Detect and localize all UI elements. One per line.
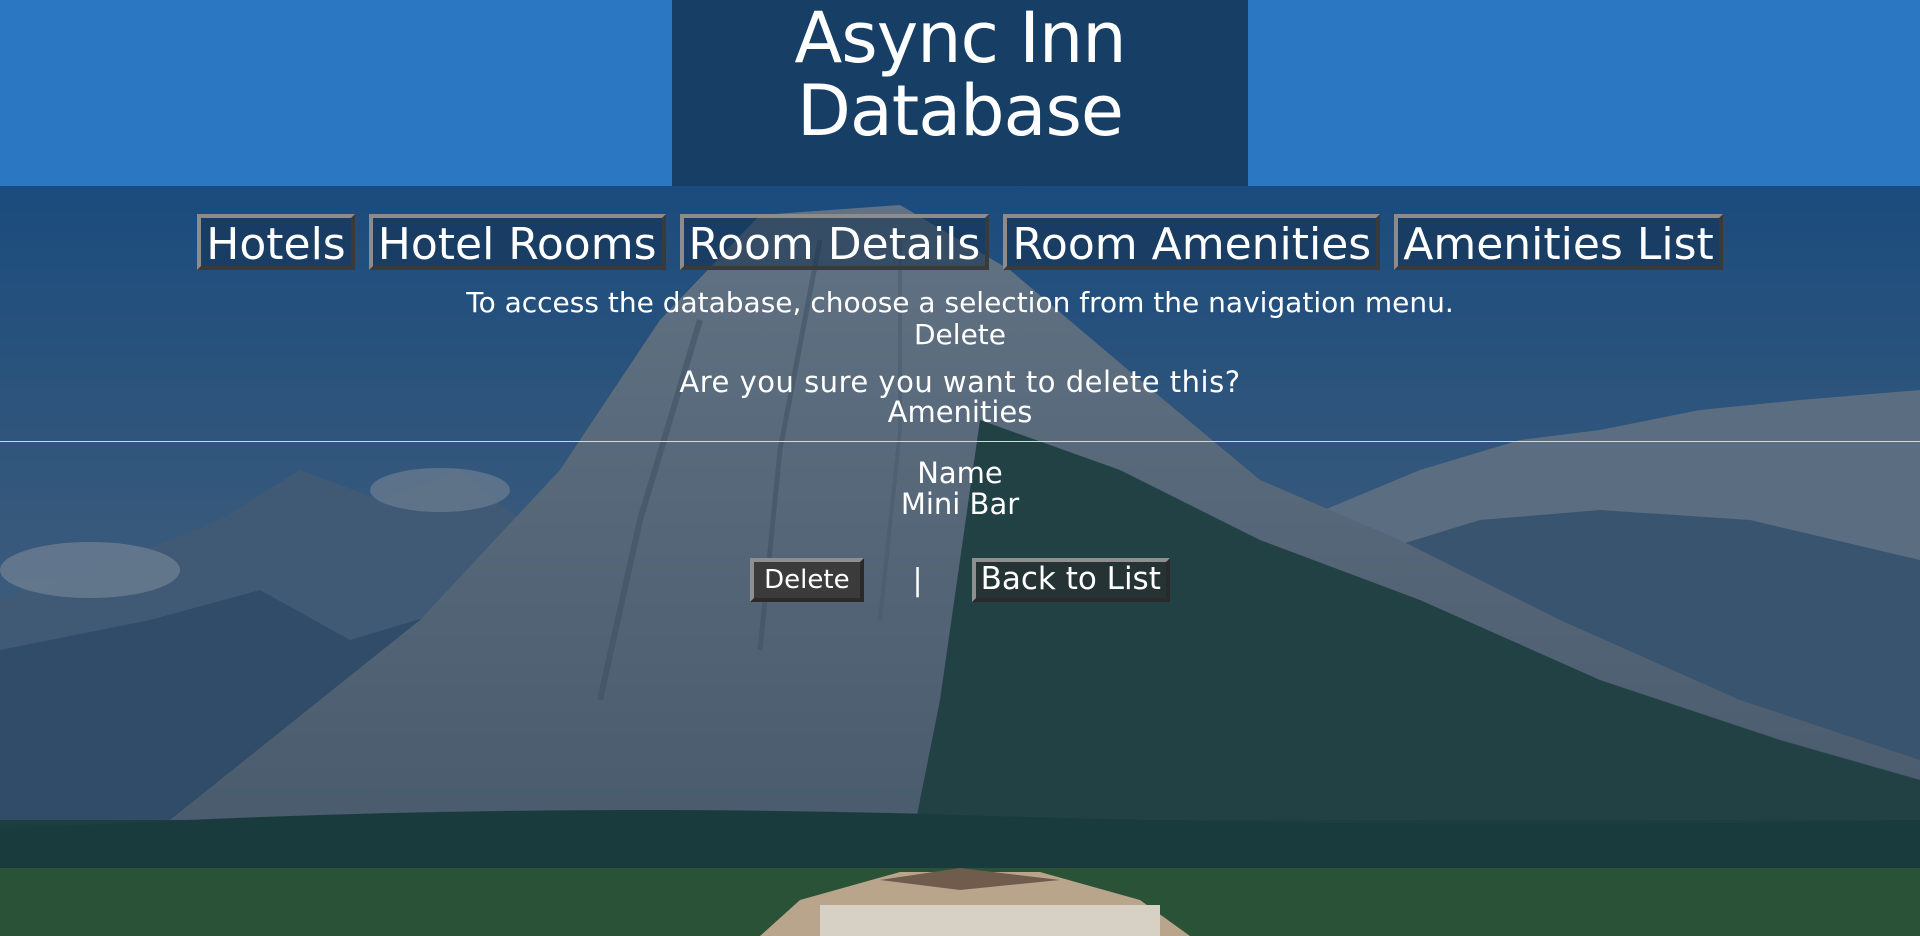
field-label-name: Name [917, 456, 1003, 490]
site-title-line-1: Async Inn [794, 0, 1126, 79]
site-header: Async Inn Database [672, 0, 1248, 186]
page-title: Delete [914, 318, 1006, 351]
site-title-line-2: Database [796, 70, 1124, 152]
entity-heading: Amenities [887, 395, 1033, 429]
delete-button[interactable]: Delete [750, 558, 864, 602]
site-title: Async Inn Database [672, 0, 1248, 148]
field-value-name: Mini Bar [900, 487, 1020, 521]
main-nav: Hotels Hotel Rooms Room Details Room Ame… [0, 214, 1920, 270]
intro-text: To access the database, choose a selecti… [466, 286, 1454, 319]
nav-item-hotel-rooms[interactable]: Hotel Rooms [368, 214, 666, 270]
nav-item-amenities-list[interactable]: Amenities List [1394, 214, 1723, 270]
nav-item-room-details[interactable]: Room Details [679, 214, 990, 270]
action-separator: | [912, 562, 923, 598]
nav-item-room-amenities[interactable]: Room Amenities [1003, 214, 1381, 270]
back-to-list-link[interactable]: Back to List [971, 558, 1170, 602]
form-actions: Delete | Back to List [0, 558, 1920, 602]
divider [0, 441, 1920, 442]
nav-item-hotels[interactable]: Hotels [197, 214, 355, 270]
